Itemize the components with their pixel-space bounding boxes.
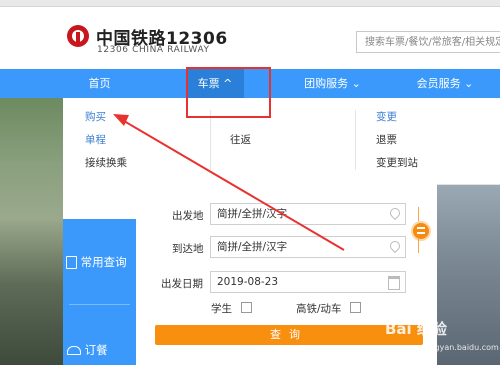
tickets-dropdown-menu: 购买 单程 接续换乘 往返 变更 退票 变更到站 [63, 98, 500, 185]
calendar-icon [388, 276, 400, 290]
query-sidebar: 常用查询 订餐 [63, 184, 136, 365]
railway-logo-icon[interactable] [67, 25, 89, 47]
to-label: 到达地 [172, 243, 204, 255]
swap-stations-icon[interactable] [411, 221, 431, 241]
menu-item-buy[interactable]: 购买 [85, 109, 106, 124]
menu-item-roundtrip[interactable]: 往返 [230, 132, 251, 147]
to-station-input[interactable]: 简拼/全拼/汉字 [210, 236, 406, 258]
query-button[interactable]: 查询 [155, 325, 423, 345]
menu-item-transfer[interactable]: 接续换乘 [85, 155, 127, 170]
from-station-value: 简拼/全拼/汉字 [217, 208, 288, 220]
departure-date-value: 2019-08-23 [217, 276, 279, 288]
sidebar-item-common-query[interactable]: 常用查询 [63, 254, 136, 270]
sidebar-item-label: 订餐 [84, 343, 108, 357]
menu-divider [355, 110, 356, 170]
sidebar-item-label: 常用查询 [80, 255, 127, 269]
location-pin-icon [387, 205, 403, 221]
highspeed-checkbox[interactable] [350, 302, 361, 313]
background-photo-left [0, 98, 63, 365]
menu-item-single[interactable]: 单程 [85, 132, 106, 147]
search-input[interactable]: 搜索车票/餐饮/常旅客/相关规定 [356, 31, 500, 53]
menu-item-change[interactable]: 变更 [376, 109, 397, 124]
to-station-value: 简拼/全拼/汉字 [217, 241, 288, 253]
swap-connector [418, 207, 419, 221]
student-label: 学生 [211, 303, 232, 315]
from-label: 出发地 [172, 210, 204, 222]
sidebar-item-order[interactable]: 订餐 [63, 342, 136, 358]
student-checkbox[interactable] [241, 302, 252, 313]
menu-divider [210, 110, 211, 170]
sidebar-divider [69, 304, 130, 305]
date-label: 出发日期 [161, 278, 203, 290]
highspeed-label: 高铁/动车 [296, 303, 342, 315]
logo-subtitle: 12306 CHINA RAILWAY [97, 45, 210, 55]
nav-item-group[interactable]: 团购服务 ⌄ [290, 69, 375, 98]
menu-item-refund[interactable]: 退票 [376, 132, 397, 147]
menu-item-change-station[interactable]: 变更到站 [376, 155, 418, 170]
nav-item-home[interactable]: 首页 [63, 69, 136, 98]
watermark-url: jingyan.baidu.com [425, 343, 499, 352]
sidebar-active-tab[interactable] [63, 184, 136, 219]
annotation-highlight-box [186, 67, 271, 118]
document-search-icon [66, 256, 77, 269]
from-station-input[interactable]: 简拼/全拼/汉字 [210, 203, 406, 225]
swap-connector [418, 239, 419, 253]
dining-bell-icon [67, 346, 81, 355]
location-pin-icon [387, 238, 403, 254]
nav-item-member[interactable]: 会员服务 ⌄ [405, 69, 485, 98]
browser-address-bar[interactable] [0, 0, 500, 7]
departure-date-input[interactable]: 2019-08-23 [210, 271, 406, 293]
watermark-logo: Bai 经验 [385, 320, 447, 338]
